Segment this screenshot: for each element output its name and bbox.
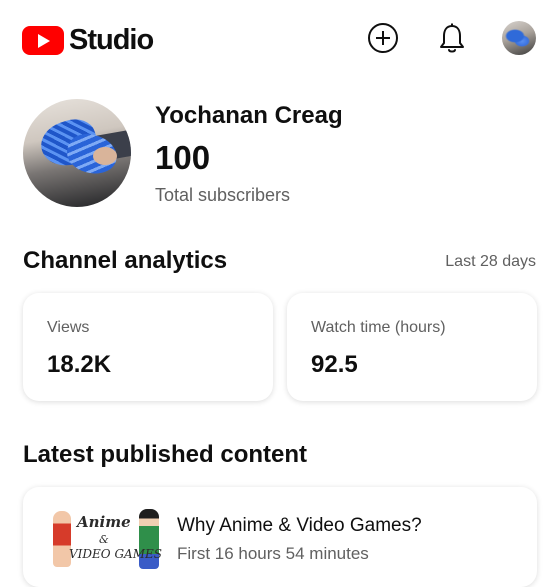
watch-time-label: Watch time (hours) <box>311 319 446 336</box>
views-card[interactable]: Views 18.2K <box>23 293 273 401</box>
latest-content-title: Latest published content <box>23 441 308 468</box>
avatar-hand-shape <box>93 147 117 165</box>
thumbnail-text: Anime <box>77 513 131 531</box>
watch-time-card[interactable]: Watch time (hours) 92.5 <box>287 293 537 401</box>
views-label: Views <box>47 319 90 336</box>
thumbnail-text: & <box>99 533 109 546</box>
watch-time-value: 92.5 <box>311 351 358 378</box>
channel-name: Yochanan Creag <box>155 102 343 129</box>
thumbnail-text: VIDEO GAMES <box>69 547 162 561</box>
analytics-title: Channel analytics <box>23 247 228 274</box>
views-value: 18.2K <box>47 351 112 378</box>
studio-logo[interactable]: Studio <box>22 24 154 57</box>
channel-avatar[interactable] <box>23 99 131 207</box>
latest-video-card[interactable]: Anime & VIDEO GAMES Why Anime & Video Ga… <box>23 487 537 587</box>
top-bar: Studio <box>0 0 560 80</box>
create-button[interactable] <box>366 21 400 55</box>
account-avatar[interactable] <box>502 21 536 55</box>
subscriber-label: Total subscribers <box>155 185 291 205</box>
youtube-play-icon <box>22 26 64 55</box>
bell-icon <box>440 23 464 53</box>
video-title[interactable]: Why Anime & Video Games? <box>177 515 422 537</box>
notifications-button[interactable] <box>435 21 469 55</box>
video-subtitle: First 16 hours 54 minutes <box>177 544 369 563</box>
logo-text: Studio <box>69 24 154 56</box>
analytics-range: Last 28 days <box>445 253 536 270</box>
subscriber-count: 100 <box>155 139 211 176</box>
video-thumbnail[interactable]: Anime & VIDEO GAMES <box>47 503 165 583</box>
plus-circle-icon <box>368 23 398 53</box>
